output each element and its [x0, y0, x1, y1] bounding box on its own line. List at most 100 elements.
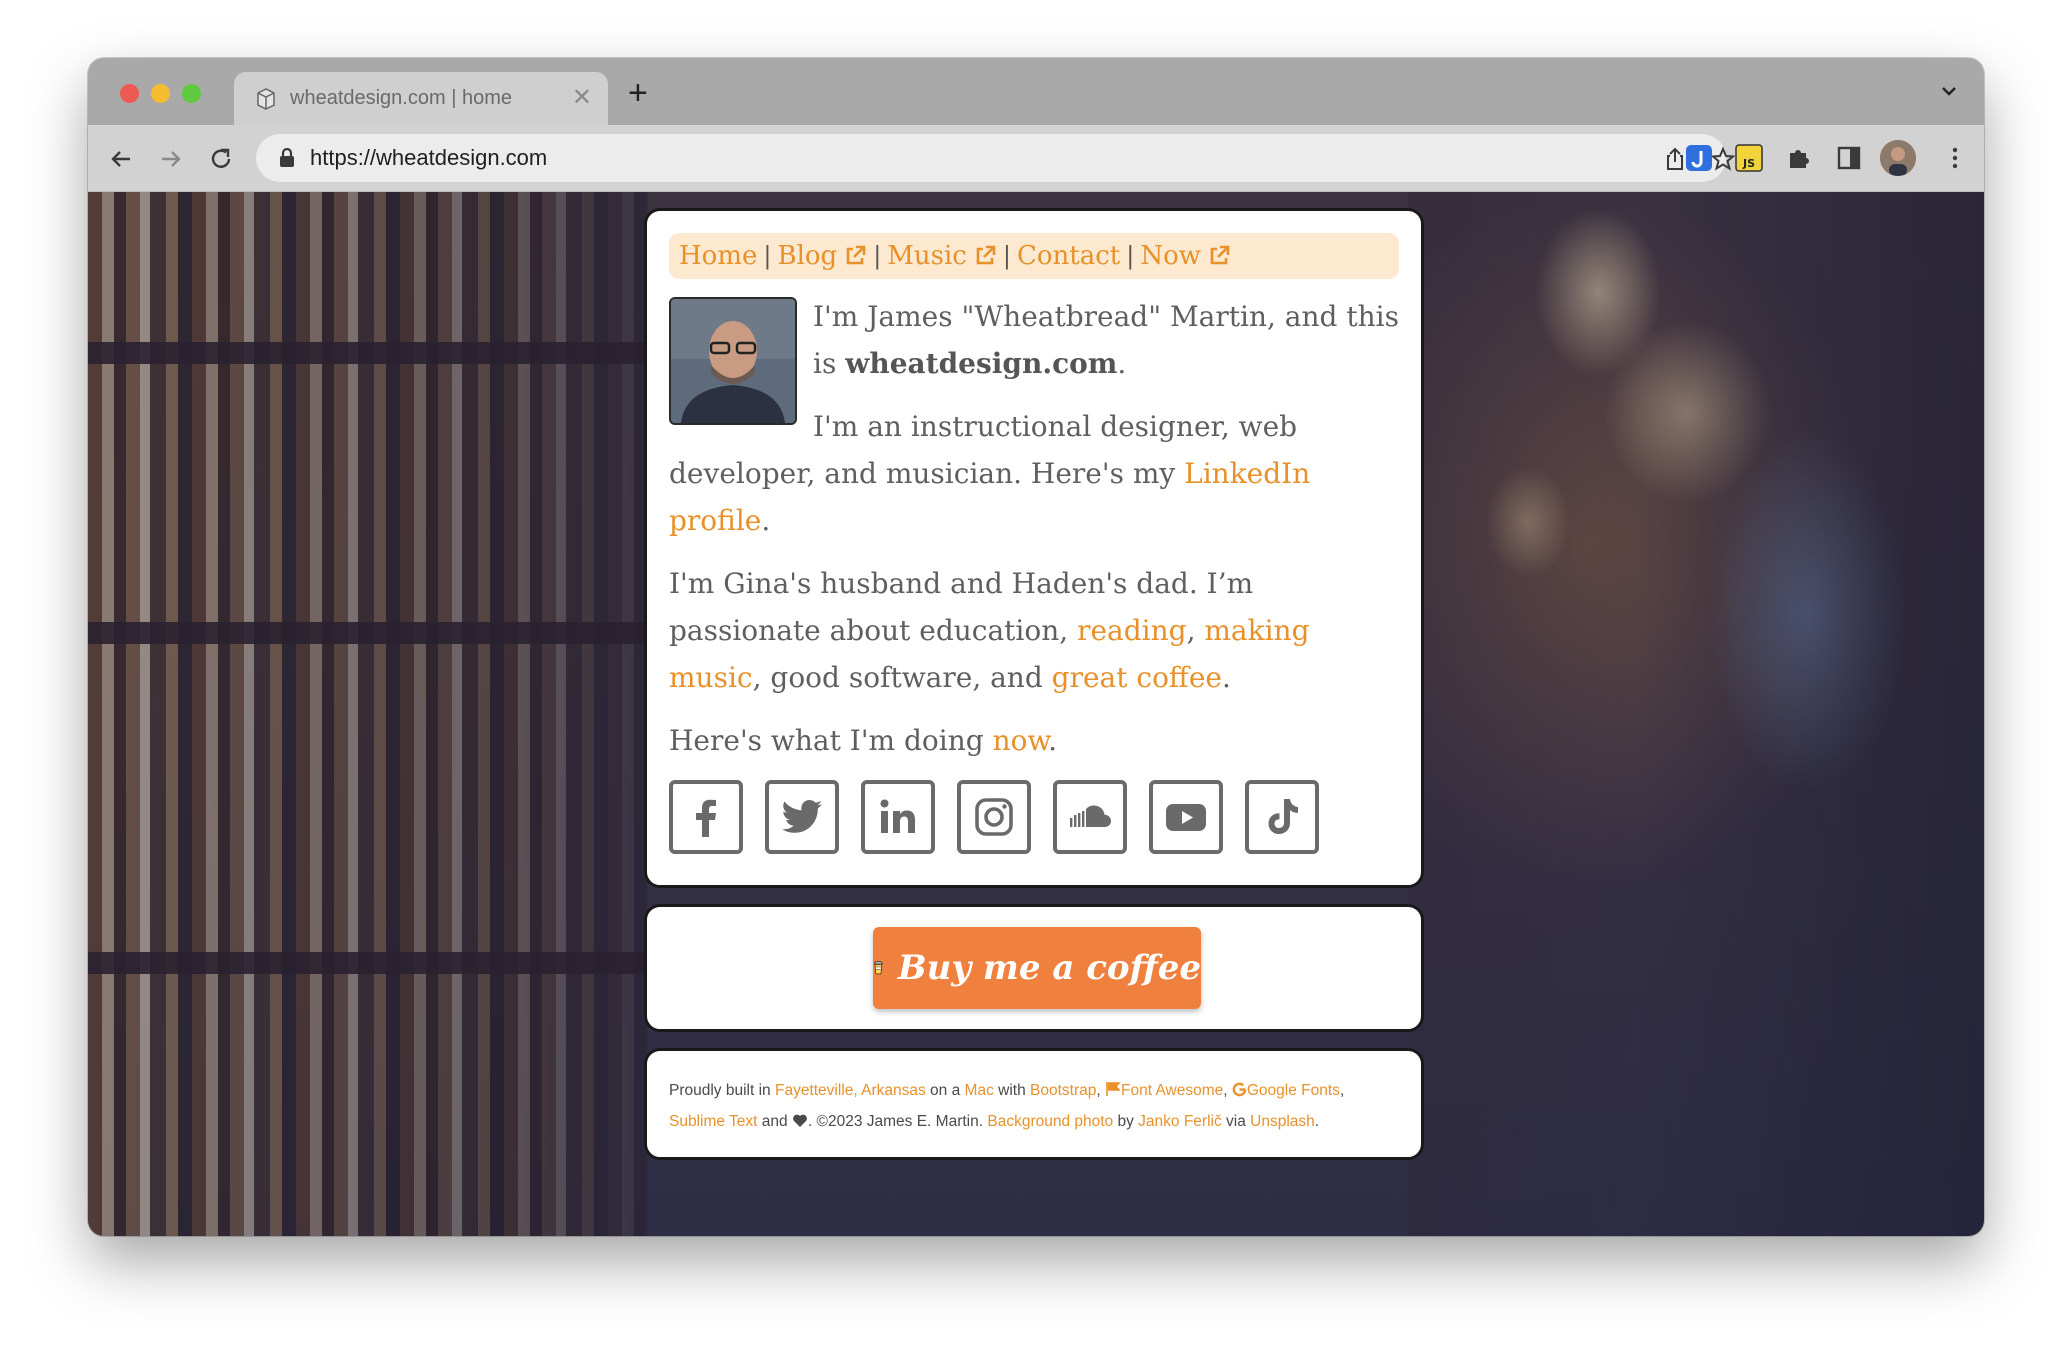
background-photo-link[interactable]: Background photo	[987, 1113, 1113, 1130]
maximize-window-button[interactable]	[182, 84, 201, 103]
heart-icon	[793, 1114, 807, 1127]
address-bar[interactable]: https://wheatdesign.com	[256, 134, 1736, 182]
nav-separator: |	[873, 242, 882, 270]
page-viewport: Home | Blog | Music | Contact | Now I'm …	[88, 192, 1984, 1236]
new-tab-button[interactable]: +	[628, 76, 648, 110]
intro-text-span: , good software, and	[752, 661, 1052, 694]
lock-icon[interactable]	[278, 148, 296, 168]
more-menu-icon[interactable]	[1940, 143, 1970, 173]
url-text[interactable]: https://wheatdesign.com	[310, 145, 547, 171]
janko-ferlic-link[interactable]: Janko Ferlič	[1138, 1113, 1222, 1130]
intro-text-span: .	[1117, 347, 1127, 380]
tab-title: wheatdesign.com | home	[290, 87, 512, 109]
reload-icon[interactable]	[206, 144, 236, 174]
shelf-board	[88, 952, 648, 974]
unsplash-link[interactable]: Unsplash	[1250, 1113, 1315, 1130]
extensions-puzzle-icon[interactable]	[1784, 143, 1814, 173]
nav-blog-link[interactable]: Blog	[777, 241, 867, 271]
twitter-icon	[782, 800, 822, 833]
browser-tab[interactable]: wheatdesign.com | home ✕	[234, 72, 608, 125]
footer-text: with	[993, 1082, 1031, 1099]
site-navbar: Home | Blog | Music | Contact | Now	[669, 233, 1399, 279]
intro-text-span: Here's what I'm doing	[669, 724, 993, 757]
youtube-link[interactable]	[1149, 780, 1223, 854]
nav-separator: |	[1002, 242, 1011, 270]
nav-home-link[interactable]: Home	[679, 241, 757, 271]
nav-separator: |	[763, 242, 772, 270]
footer-text: ,	[1339, 1082, 1345, 1099]
nav-blog-label: Blog	[777, 241, 838, 271]
shelf-board	[88, 622, 648, 644]
instagram-icon	[975, 798, 1013, 836]
footer-card: Proudly built in Fayetteville, Arkansas …	[644, 1048, 1424, 1160]
extension-js-icon[interactable]: JS	[1734, 143, 1764, 173]
nav-now-link[interactable]: Now	[1140, 241, 1231, 271]
extension-j-icon[interactable]	[1684, 143, 1714, 173]
coffee-button-label: Buy me a coffee	[897, 948, 1201, 988]
profile-avatar[interactable]	[1880, 140, 1916, 176]
side-panel-icon[interactable]	[1834, 143, 1864, 173]
footer-text: and	[757, 1113, 792, 1130]
fayetteville-link[interactable]: Fayetteville, Arkansas	[775, 1082, 926, 1099]
twitter-link[interactable]	[765, 780, 839, 854]
soundcloud-icon	[1070, 805, 1111, 827]
avatar-photo-icon	[1880, 140, 1916, 176]
main-card: Home | Blog | Music | Contact | Now I'm …	[644, 208, 1424, 888]
intro-text-span: .	[761, 504, 771, 537]
reading-link[interactable]: reading	[1077, 614, 1186, 647]
google-fonts-link[interactable]: Google Fonts	[1247, 1082, 1340, 1099]
soundcloud-link[interactable]	[1053, 780, 1127, 854]
external-link-icon	[976, 245, 996, 265]
mac-link[interactable]: Mac	[965, 1082, 994, 1099]
portrait-image-icon	[671, 299, 795, 423]
tab-close-icon[interactable]: ✕	[572, 84, 592, 112]
footer-credits: Proudly built in Fayetteville, Arkansas …	[669, 1075, 1399, 1137]
forward-arrow-icon[interactable]	[156, 144, 186, 174]
coffee-cup-icon	[874, 961, 883, 975]
intro-text-span: .	[1221, 661, 1231, 694]
facebook-link[interactable]	[669, 780, 743, 854]
footer-text: via	[1221, 1113, 1251, 1130]
bootstrap-link[interactable]: Bootstrap	[1030, 1082, 1096, 1099]
linkedin-icon	[880, 799, 915, 833]
close-window-button[interactable]	[120, 84, 139, 103]
facebook-icon	[696, 799, 716, 837]
linkedin-link[interactable]	[861, 780, 935, 854]
tab-bar: wheatdesign.com | home ✕ +	[88, 58, 1984, 125]
sublime-text-link[interactable]: Sublime Text	[669, 1113, 757, 1130]
social-links	[669, 780, 1399, 854]
footer-text: ,	[1096, 1082, 1105, 1099]
footer-text: by	[1113, 1113, 1139, 1130]
svg-text:JS: JS	[1742, 157, 1755, 170]
font-awesome-link[interactable]: Font Awesome	[1121, 1082, 1223, 1099]
tiktok-link[interactable]	[1245, 780, 1319, 854]
external-link-icon	[846, 245, 866, 265]
footer-text: on a	[925, 1082, 965, 1099]
nav-music-label: Music	[887, 241, 967, 271]
flag-icon	[1106, 1082, 1121, 1096]
google-g-icon	[1232, 1082, 1247, 1097]
buy-me-a-coffee-button[interactable]: Buy me a coffee	[873, 927, 1201, 1009]
youtube-icon	[1166, 804, 1206, 831]
chevron-down-icon[interactable]	[1938, 80, 1960, 102]
great-coffee-link[interactable]: great coffee	[1052, 661, 1222, 694]
minimize-window-button[interactable]	[151, 84, 170, 103]
background-library-lights	[1408, 192, 1984, 1236]
now-link[interactable]: now	[993, 724, 1049, 757]
nav-now-label: Now	[1140, 241, 1201, 271]
back-arrow-icon[interactable]	[106, 144, 136, 174]
shelf-board	[88, 342, 648, 364]
footer-text: . ©2023 James E. Martin.	[807, 1113, 988, 1130]
external-link-icon	[1210, 245, 1230, 265]
intro-text-span: ,	[1186, 614, 1205, 647]
footer-text: Proudly built in	[669, 1082, 775, 1099]
coffee-card: Buy me a coffee	[644, 904, 1424, 1032]
intro-paragraph-3: I'm Gina's husband and Haden's dad. I’m …	[669, 560, 1399, 701]
profile-photo	[669, 297, 797, 425]
intro-paragraph-4: Here's what I'm doing now.	[669, 717, 1399, 764]
browser-toolbar: https://wheatdesign.com JS	[88, 125, 1984, 192]
nav-music-link[interactable]: Music	[887, 241, 997, 271]
instagram-link[interactable]	[957, 780, 1031, 854]
nav-separator: |	[1126, 242, 1135, 270]
nav-contact-link[interactable]: Contact	[1017, 241, 1120, 271]
